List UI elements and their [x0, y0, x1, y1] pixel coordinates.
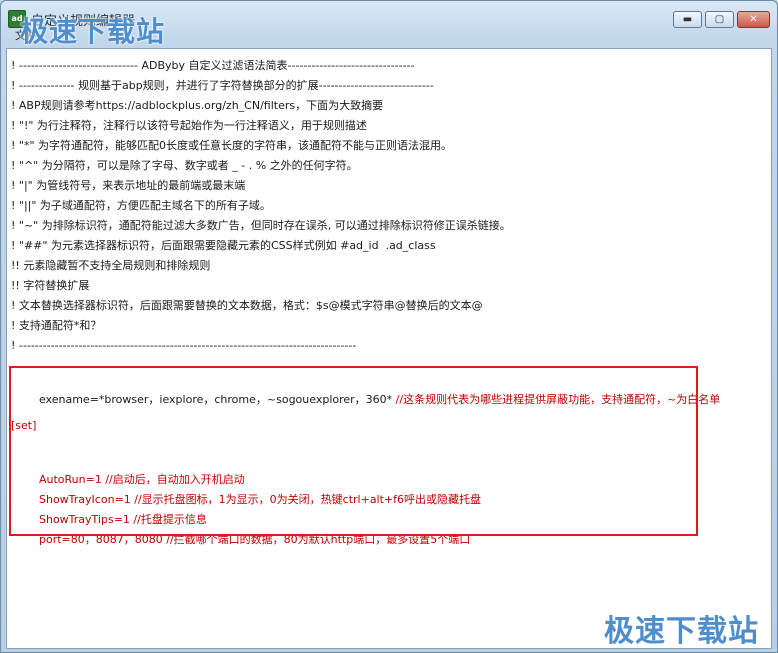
watermark-top: 极速下载站 — [20, 15, 166, 48]
close-button[interactable]: ✕ — [737, 11, 770, 28]
minimize-button[interactable]: ▬ — [673, 11, 702, 28]
editor-window: ad 自定义规则编辑器 文件 ▬ ▢ ✕ ! -----------------… — [0, 0, 778, 653]
editor-line: ! "||" 为子域通配符，方便匹配主域名下的所有子域。 — [11, 199, 271, 212]
highlight-box — [9, 366, 698, 536]
editor-line: ! --------------------------------------… — [11, 339, 357, 352]
watermark-bottom: 极速下载站 — [604, 614, 759, 649]
editor-line: ! ABP规则请参考https://adblockplus.org/zh_CN/… — [11, 99, 384, 112]
window-controls: ▬ ▢ ✕ — [673, 11, 770, 28]
editor-line: ! 文本替换选择器标识符，后面跟需要替换的文本数据，格式：$s@模式字符串@替换… — [11, 299, 483, 312]
editor-line: !! 元素隐藏暂不支持全局规则和排除规则 — [11, 259, 211, 272]
editor-line: ! ------------------------------ ADByby … — [11, 59, 415, 72]
editor-line: ! -------------- 规则基于abp规则，并进行了字符替换部分的扩展… — [11, 79, 434, 92]
editor-line: ! 支持通配符*和？ — [11, 319, 102, 332]
editor-line: ! "|" 为管线符号，来表示地址的最前端或最末端 — [11, 179, 246, 192]
editor-line: ! "!" 为行注释符，注释行以该符号起始作为一行注释语义，用于规则描述 — [11, 119, 367, 132]
editor-line: ! "##" 为元素选择器标识符，后面跟需要隐藏元素的CSS样式例如 #ad_i… — [11, 239, 436, 252]
editor-line: ! "*" 为字符通配符，能够匹配0长度或任意长度的字符串，该通配符不能与正则语… — [11, 139, 453, 152]
editor-line: ! "^" 为分隔符，可以是除了字母、数字或者 _ - . % 之外的任何字符。 — [11, 159, 358, 172]
rule-text-editor[interactable]: ! ------------------------------ ADByby … — [6, 48, 772, 649]
editor-line: ! "~" 为排除标识符，通配符能过滤大多数广告，但同时存在误杀, 可以通过排除… — [11, 219, 511, 232]
maximize-button[interactable]: ▢ — [705, 11, 734, 28]
editor-line: !! 字符替换扩展 — [11, 279, 90, 292]
